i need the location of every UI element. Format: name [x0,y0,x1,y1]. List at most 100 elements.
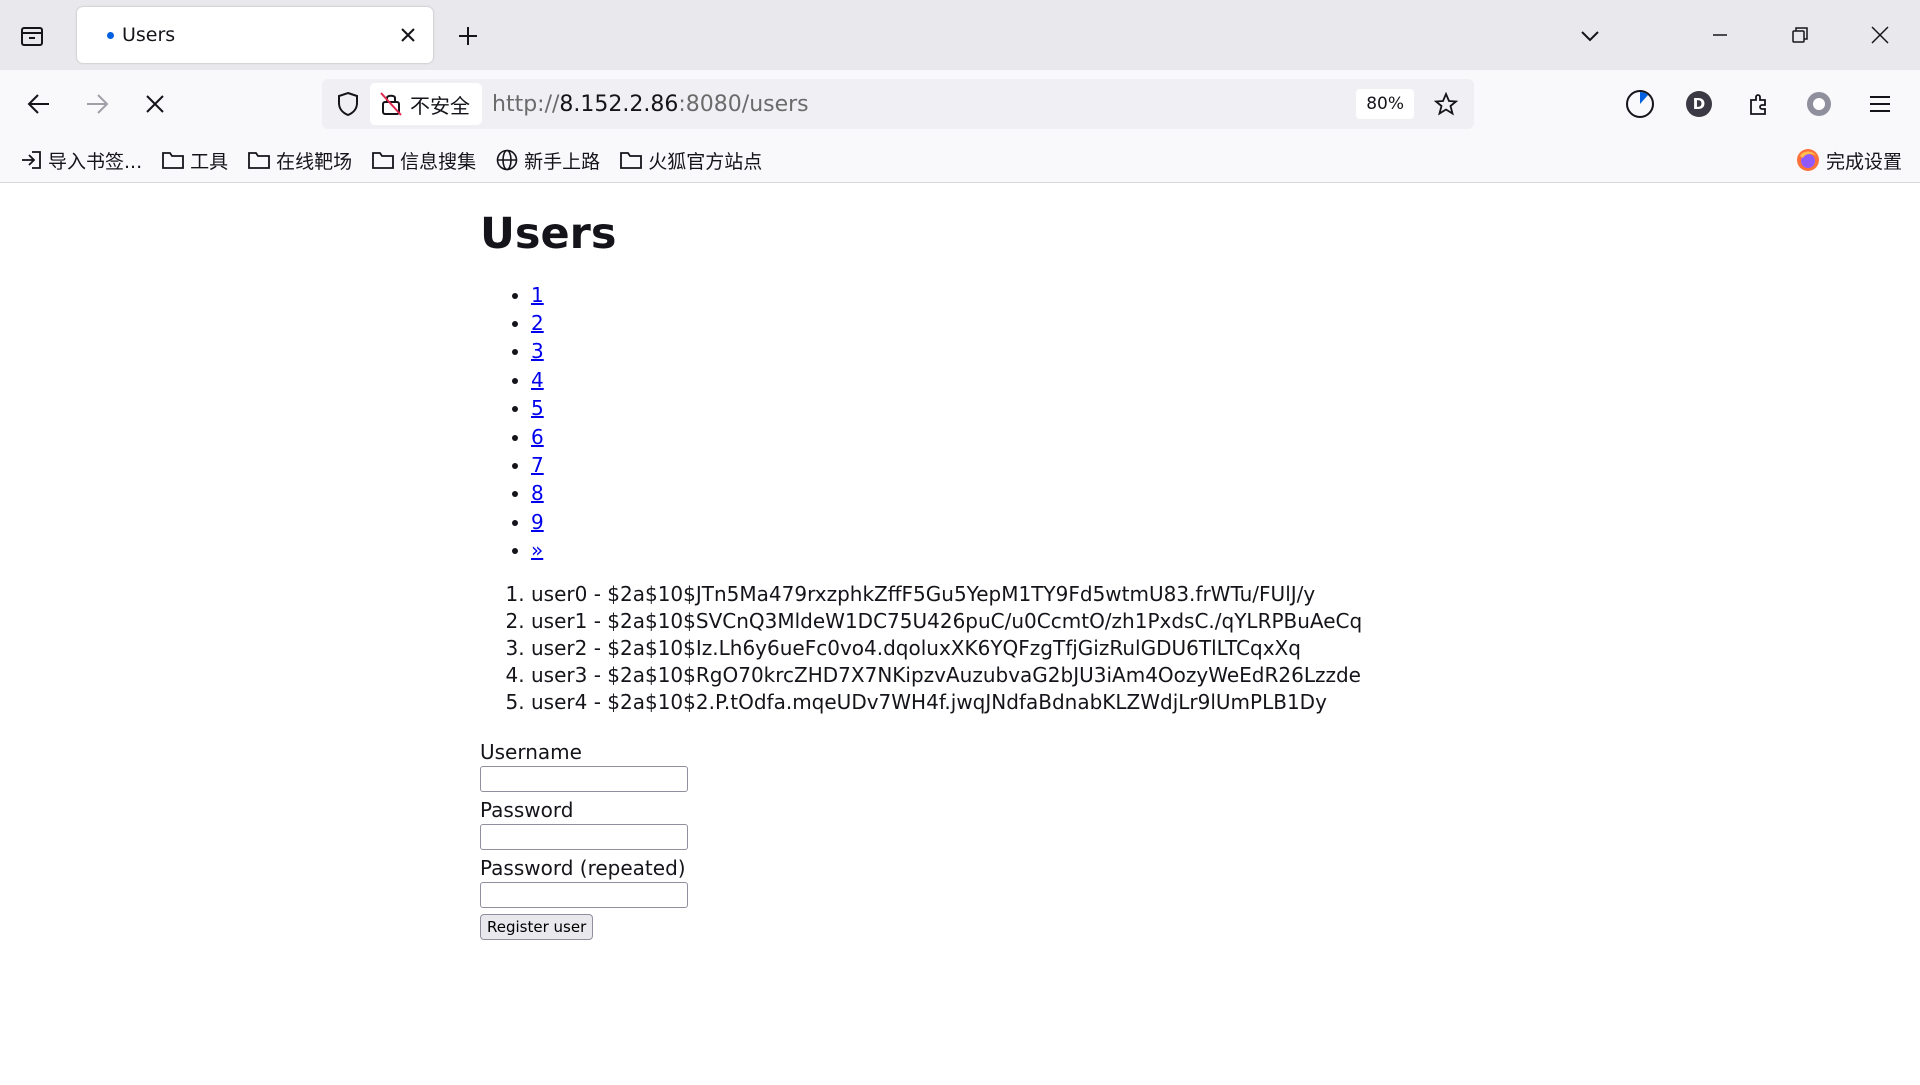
site-security-button[interactable]: 不安全 [370,83,482,125]
password-repeat-label: Password (repeated) [480,855,686,880]
bookmark-label: 新手上路 [524,150,601,173]
plus-icon [459,27,477,45]
main-container: Users 1 2 3 4 5 6 7 8 9 » user0 - $2a$10… [480,183,1362,940]
restore-icon [1792,27,1808,43]
username-label: Username [480,739,582,764]
bookmark-folder-firefox-sites[interactable]: 火狐官方站点 [610,142,772,178]
downloads-button[interactable] [1620,84,1660,124]
pagination-item: 9 [531,508,1362,536]
bookmark-label: 信息搜集 [400,150,477,173]
bookmark-label: 工具 [190,150,229,173]
hamburger-menu-icon [1870,96,1890,112]
arrow-right-icon [87,94,109,114]
folder-icon [248,152,271,169]
insecure-label: 不安全 [410,93,470,118]
page-link-8[interactable]: 8 [531,481,544,505]
bookmark-label: 导入书签... [48,150,143,173]
pagination-item: 4 [531,366,1362,394]
shield-icon [338,91,358,117]
extension-button[interactable] [1799,84,1839,124]
extensions-button[interactable] [1739,84,1779,124]
folder-icon [372,152,395,169]
page-link-6[interactable]: 6 [531,425,544,449]
password-repeat-input[interactable] [480,881,688,908]
star-icon [1434,92,1458,116]
stop-button[interactable] [135,84,175,124]
close-icon [401,28,415,42]
page-link-4[interactable]: 4 [531,368,544,392]
import-icon [22,151,41,169]
page-link-5[interactable]: 5 [531,396,544,420]
user-list: user0 - $2a$10$JTn5Ma479rxzphkZffF5Gu5Ye… [480,581,1362,716]
minimize-icon [1713,34,1727,36]
page-link-7[interactable]: 7 [531,453,544,477]
tab-active[interactable]: Users [77,7,433,63]
pagination-list: 1 2 3 4 5 6 7 8 9 » [480,281,1362,565]
bookmark-import[interactable]: 导入书签... [10,142,152,178]
record-icon [1807,92,1831,116]
user-list-item: user2 - $2a$10$Iz.Lh6y6ueFc0vo4.dqoluxXK… [531,635,1362,662]
url-path: :8080/users [678,91,809,117]
bookmark-star-button[interactable] [1426,84,1466,124]
forward-button[interactable] [77,84,117,124]
user-list-item: user1 - $2a$10$SVCnQ3MldeW1DC75U426puC/u… [531,608,1362,635]
pagination-item: 5 [531,394,1362,422]
puzzle-icon [1750,94,1766,115]
page-content: Users 1 2 3 4 5 6 7 8 9 » user0 - $2a$10… [0,183,1920,1085]
arrow-left-icon [27,94,49,114]
chevron-down-icon [1581,31,1599,42]
zoom-reset-button[interactable]: 80% [1356,89,1414,119]
user-list-item: user0 - $2a$10$JTn5Ma479rxzphkZffF5Gu5Ye… [531,581,1362,608]
close-window-button[interactable] [1840,0,1920,70]
folder-icon [620,152,643,169]
stop-icon [146,95,164,113]
page-link-2[interactable]: 2 [531,311,544,335]
bookmark-folder-info-gathering[interactable]: 信息搜集 [362,142,486,178]
list-all-tabs-button[interactable] [1570,16,1610,56]
bookmark-label: 火狐官方站点 [648,150,763,173]
password-label: Password [480,797,574,822]
tab-close-button[interactable] [391,18,425,52]
url-text[interactable]: http://8.152.2.86:8080/users [492,92,1356,117]
new-tab-button[interactable] [450,18,486,54]
username-input[interactable] [480,765,688,792]
folder-icon [162,152,185,169]
minimize-button[interactable] [1680,0,1760,70]
account-button[interactable]: D [1679,84,1719,124]
user-list-item: user3 - $2a$10$RgO70krcZHD7X7NKipzvAuzub… [531,662,1362,689]
tab-title: Users [122,24,176,46]
pagination-item: » [531,536,1362,564]
back-button[interactable] [19,84,59,124]
page-title: Users [480,209,617,259]
tab-loading-dot [107,31,114,39]
pagination-item: 6 [531,423,1362,451]
pagination-item: 8 [531,479,1362,507]
firefox-view-button[interactable] [12,16,52,56]
register-form: Username Password Password (repeated) Re… [480,738,1362,940]
url-scheme: http:// [492,91,560,117]
bookmark-folder-online-range[interactable]: 在线靶场 [238,142,362,178]
tracking-protection-button[interactable] [326,79,370,129]
page-link-9[interactable]: 9 [531,510,544,534]
url-bar[interactable]: 不安全 http://8.152.2.86:8080/users 80% [322,79,1474,129]
page-link-next[interactable]: » [531,538,543,562]
bookmark-finish-setup[interactable]: 完成设置 [1786,142,1912,178]
pagination-item: 2 [531,309,1362,337]
bookmark-label: 在线靶场 [276,150,353,173]
tab-bar: Users [0,0,1920,70]
navigation-toolbar: 不安全 http://8.152.2.86:8080/users 80% D [0,70,1920,138]
bookmark-label: 完成设置 [1825,150,1902,173]
password-input[interactable] [480,823,688,850]
firefox-view-icon [21,27,43,46]
bookmark-getting-started[interactable]: 新手上路 [486,142,610,178]
page-link-1[interactable]: 1 [531,283,544,307]
downloads-progress-icon [1626,90,1654,118]
register-user-button[interactable]: Register user [480,913,594,940]
app-menu-button[interactable] [1860,84,1900,124]
bookmarks-toolbar: 导入书签... 工具 在线靶场 信息搜集 新手上路 火狐官方站点 完成设置 [0,138,1920,183]
bookmark-folder-tools[interactable]: 工具 [152,142,238,178]
pagination-item: 7 [531,451,1362,479]
page-link-3[interactable]: 3 [531,339,544,363]
restore-button[interactable] [1760,0,1840,70]
globe-icon [496,149,518,171]
